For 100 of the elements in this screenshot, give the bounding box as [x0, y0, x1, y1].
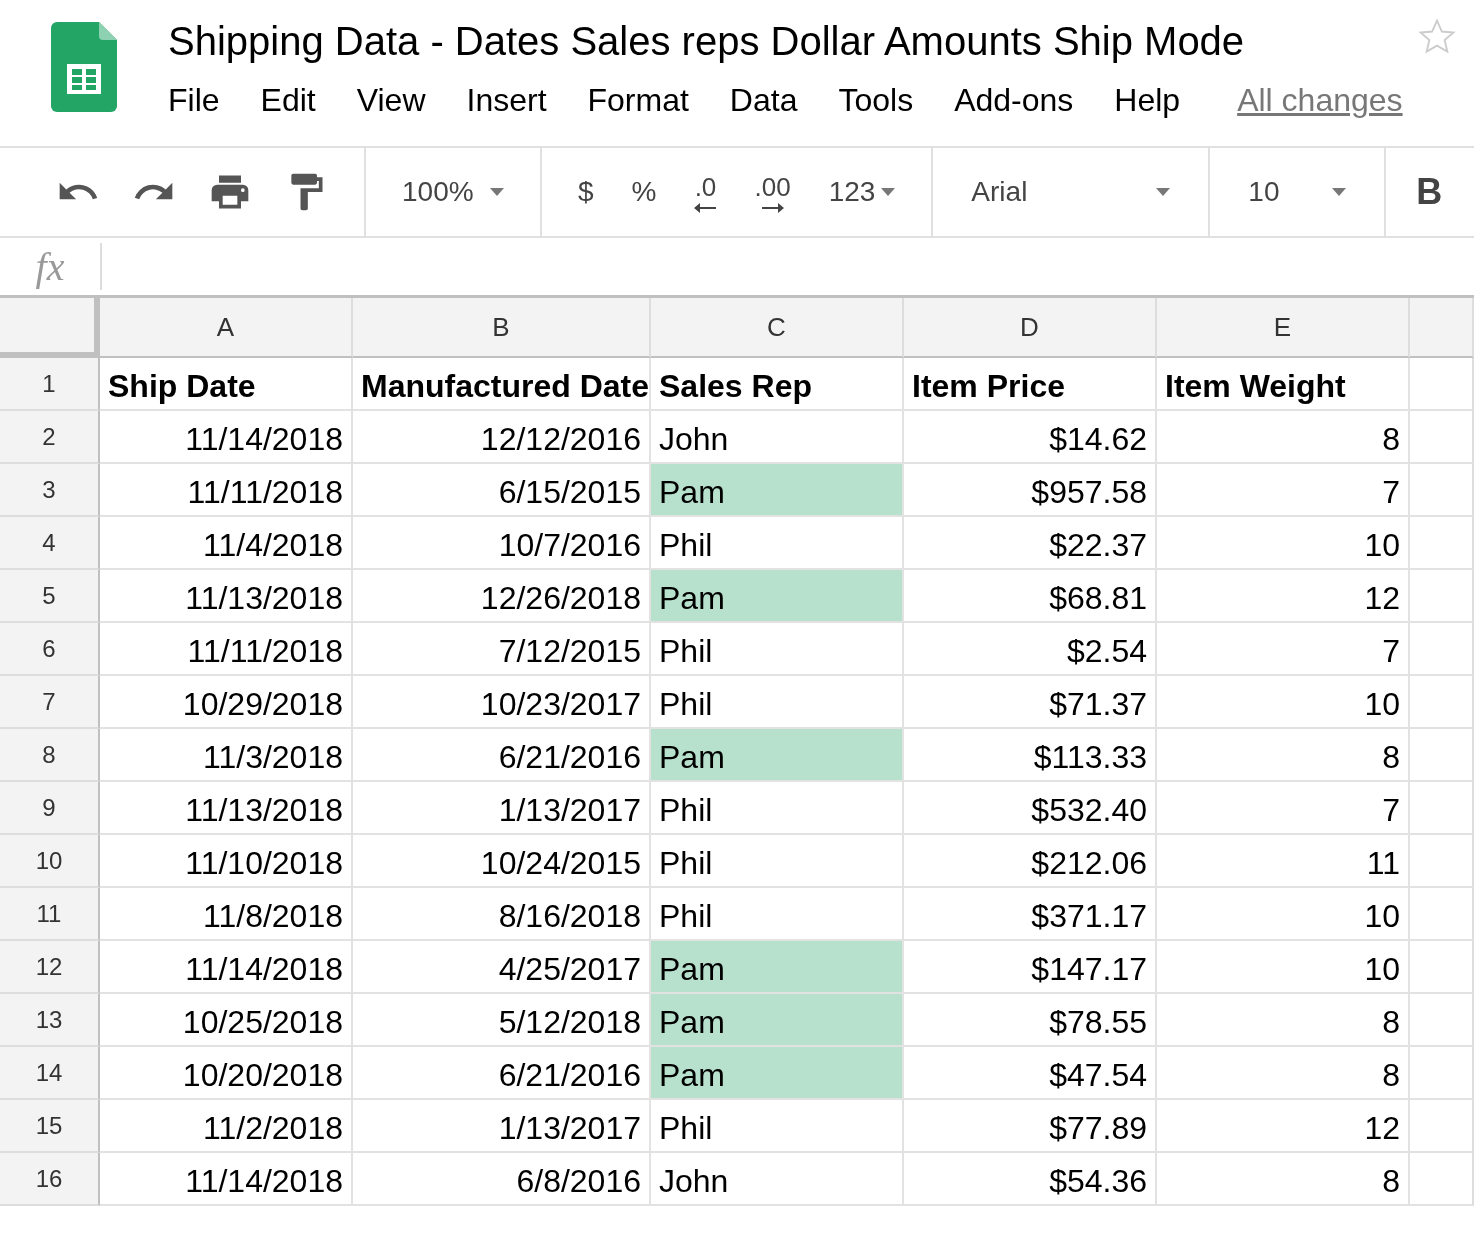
- table-cell: 10/20/2018: [100, 1047, 353, 1100]
- decrease-decimals-button[interactable]: .0: [694, 171, 717, 213]
- row-header[interactable]: 3: [0, 464, 100, 517]
- table-cell: 12/26/2018: [353, 570, 651, 623]
- table-cell: $2.54: [904, 623, 1157, 676]
- increase-decimals-button[interactable]: .00: [754, 171, 791, 213]
- table-cell: $212.06: [904, 835, 1157, 888]
- column-header[interactable]: B: [353, 298, 651, 358]
- table-cell: 10/29/2018: [100, 676, 353, 729]
- table-cell: 7: [1157, 464, 1410, 517]
- table-cell: 7: [1157, 623, 1410, 676]
- table-cell: $68.81: [904, 570, 1157, 623]
- table-cell: 10: [1157, 676, 1410, 729]
- font-size-select[interactable]: 10: [1248, 176, 1347, 208]
- menu-item[interactable]: Add-ons: [954, 82, 1074, 119]
- header-cell: Item Weight: [1157, 358, 1410, 411]
- table-cell: 12/12/2016: [353, 411, 651, 464]
- highlighted-cell: Pam: [651, 729, 904, 782]
- spreadsheet-logo-icon: [51, 22, 117, 112]
- save-status-link[interactable]: All changes: [1237, 82, 1403, 119]
- row-header[interactable]: 14: [0, 1047, 100, 1100]
- menu-item[interactable]: Help: [1114, 82, 1181, 119]
- row-header[interactable]: 5: [0, 570, 100, 623]
- table-cell: 7: [1157, 782, 1410, 835]
- percent-format-button[interactable]: %: [631, 176, 657, 208]
- table-cell: $113.33: [904, 729, 1157, 782]
- table-cell: 8/16/2018: [353, 888, 651, 941]
- table-cell: Phil: [651, 888, 904, 941]
- table-cell: Phil: [651, 676, 904, 729]
- right-arrow-icon: [761, 202, 784, 213]
- row-header[interactable]: 11: [0, 888, 100, 941]
- row-header[interactable]: 1: [0, 358, 100, 411]
- row-header[interactable]: 13: [0, 994, 100, 1047]
- column-header[interactable]: C: [651, 298, 904, 358]
- row-header[interactable]: 10: [0, 835, 100, 888]
- table-cell: 4/25/2017: [353, 941, 651, 994]
- font-select[interactable]: Arial: [971, 176, 1171, 208]
- table-cell: 11/4/2018: [100, 517, 353, 570]
- row-header[interactable]: 6: [0, 623, 100, 676]
- highlighted-cell: Pam: [651, 941, 904, 994]
- row-header[interactable]: 15: [0, 1100, 100, 1153]
- row-header[interactable]: 7: [0, 676, 100, 729]
- more-formats-select[interactable]: 123: [828, 176, 896, 208]
- dropdown-caret-icon: [1156, 188, 1171, 196]
- table-cell: 1/13/2017: [353, 782, 651, 835]
- table-cell: 11/13/2018: [100, 782, 353, 835]
- bold-button[interactable]: B: [1416, 171, 1443, 213]
- table-cell: 10/24/2015: [353, 835, 651, 888]
- table-cell: 12: [1157, 570, 1410, 623]
- table-cell: 11: [1157, 835, 1410, 888]
- table-cell: 7/12/2015: [353, 623, 651, 676]
- star-icon[interactable]: [1418, 19, 1456, 55]
- header-cell: Item Price: [904, 358, 1157, 411]
- table-cell: 10: [1157, 941, 1410, 994]
- document-title[interactable]: Shipping Data - Dates Sales reps Dollar Amounts Ship Mode: [168, 18, 1245, 64]
- header-cell: Sales Rep: [651, 358, 904, 411]
- table-cell: 11/11/2018: [100, 623, 353, 676]
- table-cell: 12: [1157, 1100, 1410, 1153]
- highlighted-cell: Pam: [651, 464, 904, 517]
- table-cell: $14.62: [904, 411, 1157, 464]
- table-cell: 6/15/2015: [353, 464, 651, 517]
- table-cell: $78.55: [904, 994, 1157, 1047]
- menu-item[interactable]: Data: [729, 82, 798, 119]
- column-header[interactable]: E: [1157, 298, 1410, 358]
- table-cell: 6/21/2016: [353, 729, 651, 782]
- table-cell: 6/21/2016: [353, 1047, 651, 1100]
- menu-item[interactable]: View: [356, 82, 426, 119]
- dropdown-caret-icon: [881, 188, 896, 196]
- row-header[interactable]: 2: [0, 411, 100, 464]
- table-cell: $71.37: [904, 676, 1157, 729]
- highlighted-cell: Pam: [651, 1047, 904, 1100]
- zoom-select[interactable]: 100%: [402, 176, 504, 208]
- table-cell: 8: [1157, 1153, 1410, 1206]
- table-cell: $22.37: [904, 517, 1157, 570]
- table-cell: $77.89: [904, 1100, 1157, 1153]
- table-cell: 10: [1157, 517, 1410, 570]
- table-cell: 10/23/2017: [353, 676, 651, 729]
- header-cell: Ship Date: [100, 358, 353, 411]
- column-header[interactable]: A: [100, 298, 353, 358]
- row-header[interactable]: 16: [0, 1153, 100, 1206]
- highlighted-cell: Pam: [651, 994, 904, 1047]
- menu-item[interactable]: File: [168, 82, 220, 119]
- row-header[interactable]: 8: [0, 729, 100, 782]
- table-cell: 10: [1157, 888, 1410, 941]
- table-cell: 10/7/2016: [353, 517, 651, 570]
- menu-item[interactable]: Tools: [838, 82, 914, 119]
- column-header[interactable]: D: [904, 298, 1157, 358]
- table-cell: 8: [1157, 1047, 1410, 1100]
- currency-format-button[interactable]: $: [578, 176, 594, 208]
- table-cell: 11/14/2018: [100, 941, 353, 994]
- table-cell: $532.40: [904, 782, 1157, 835]
- row-header[interactable]: 9: [0, 782, 100, 835]
- menu-item[interactable]: Edit: [260, 82, 316, 119]
- row-header[interactable]: 4: [0, 517, 100, 570]
- menu-item[interactable]: Format: [587, 82, 689, 119]
- highlighted-cell: Pam: [651, 570, 904, 623]
- table-cell: 11/13/2018: [100, 570, 353, 623]
- table-cell: Phil: [651, 517, 904, 570]
- menu-item[interactable]: Insert: [466, 82, 547, 119]
- row-header[interactable]: 12: [0, 941, 100, 994]
